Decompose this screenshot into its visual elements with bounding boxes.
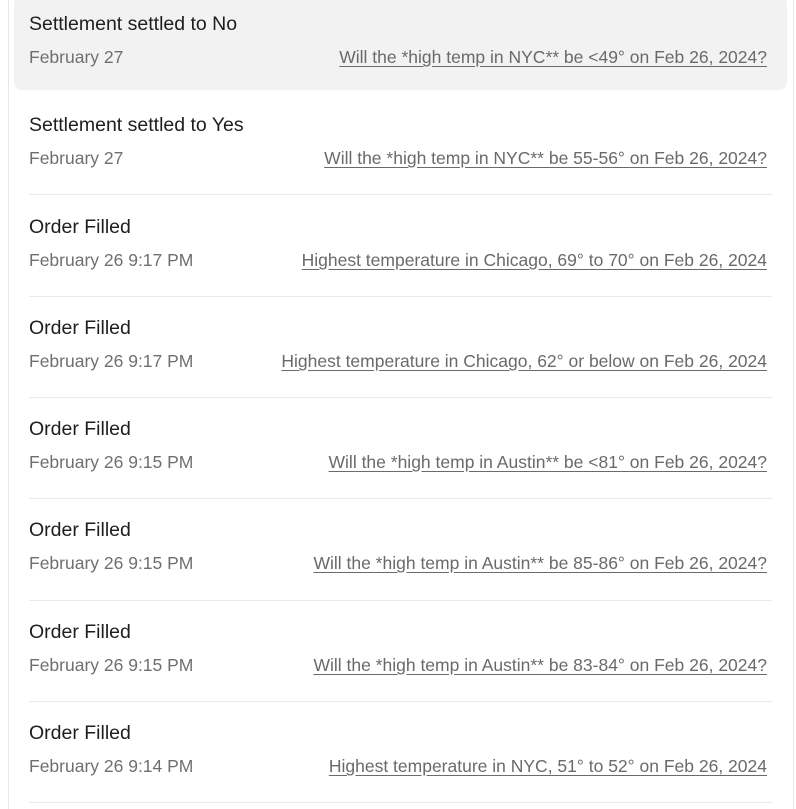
market-link[interactable]: Will the *high temp in Austin** be 85-86… — [313, 551, 767, 575]
activity-date: February 26 9:17 PM — [29, 250, 194, 270]
divider — [29, 296, 772, 297]
activity-title: Settlement settled to No — [29, 13, 238, 35]
activity-item[interactable]: Settlement settled to No February 27 Wil… — [14, 0, 787, 90]
divider — [29, 600, 772, 601]
activity-item[interactable]: Settlement settled to Yes February 27 Wi… — [14, 97, 787, 191]
activity-item[interactable]: Order Filled February 26 9:17 PM Highest… — [14, 300, 787, 394]
divider — [29, 498, 772, 499]
activity-item[interactable]: Order Filled February 26 9:15 PM Will th… — [14, 604, 787, 698]
divider — [29, 397, 772, 398]
activity-title: Order Filled — [29, 418, 131, 440]
activity-date: February 27 — [29, 47, 124, 67]
market-link[interactable]: Will the *high temp in Austin** be 83-84… — [313, 653, 767, 677]
divider — [29, 194, 772, 195]
activity-item[interactable]: Order Filled February 26 9:15 PM Will th… — [14, 401, 787, 495]
activity-item[interactable]: Order Filled February 26 9:14 PM Highest… — [14, 705, 787, 799]
activity-date: February 26 9:17 PM — [29, 351, 194, 371]
activity-title: Order Filled — [29, 519, 131, 541]
market-link[interactable]: Highest temperature in Chicago, 62° or b… — [281, 349, 767, 373]
divider — [29, 802, 772, 803]
market-link[interactable]: Will the *high temp in Austin** be <81° … — [329, 450, 767, 474]
market-link[interactable]: Highest temperature in Chicago, 69° to 7… — [302, 248, 767, 272]
activity-title: Order Filled — [29, 317, 131, 339]
activity-item[interactable]: Order Filled February 26 9:15 PM Will th… — [14, 502, 787, 596]
activity-title: Settlement settled to Yes — [29, 114, 244, 136]
divider — [29, 701, 772, 702]
activity-item[interactable]: Order Filled February 26 9:17 PM Highest… — [14, 199, 787, 293]
activity-title: Order Filled — [29, 216, 131, 238]
activity-date: February 27 — [29, 148, 124, 168]
market-link[interactable]: Will the *high temp in NYC** be <49° on … — [339, 45, 767, 69]
activity-date: February 26 9:15 PM — [29, 553, 194, 573]
market-link[interactable]: Will the *high temp in NYC** be 55-56° o… — [324, 146, 767, 170]
activity-title: Order Filled — [29, 722, 131, 744]
market-link[interactable]: Highest temperature in NYC, 51° to 52° o… — [329, 754, 767, 778]
activity-date: February 26 9:15 PM — [29, 452, 194, 472]
activity-date: February 26 9:15 PM — [29, 655, 194, 675]
activity-title: Order Filled — [29, 621, 131, 643]
activity-date: February 26 9:14 PM — [29, 756, 194, 776]
